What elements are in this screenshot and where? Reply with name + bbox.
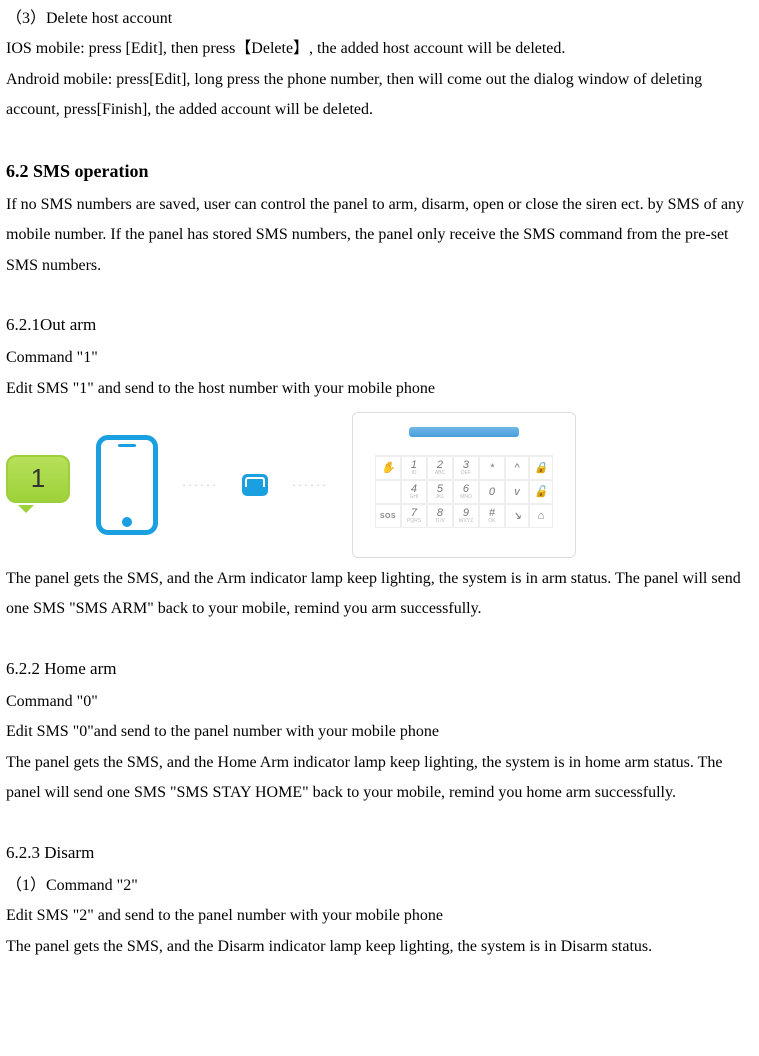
disarm-result: The panel gets the SMS, and the Disarm i…: [6, 932, 753, 962]
key-5: 5JKL: [427, 480, 453, 504]
key-7: 7PQRS: [401, 504, 427, 528]
sms-diagram: 1 ······ ······ ✋ 1ID 2ABC 3DEF * ^ 🔒 4G…: [6, 412, 753, 558]
key-1: 1ID: [401, 456, 427, 480]
key-hash: #OK: [479, 504, 505, 528]
key-star: *: [479, 456, 505, 480]
key-3: 3DEF: [453, 456, 479, 480]
out-arm-result: The panel gets the SMS, and the Arm indi…: [6, 564, 753, 625]
heading-sms-operation: 6.2 SMS operation: [6, 154, 753, 188]
key-0: 0: [479, 480, 505, 504]
panel-keypad: ✋ 1ID 2ABC 3DEF * ^ 🔒 4GHI 5JKL 6MNO 0 v…: [375, 455, 553, 528]
disarm-edit: Edit SMS "2" and send to the panel numbe…: [6, 901, 753, 931]
key-enter: ↘: [505, 504, 529, 528]
out-arm-edit: Edit SMS "1" and send to the host number…: [6, 374, 753, 404]
key-sos: SOS: [375, 504, 401, 528]
dots-icon: ······: [182, 474, 218, 497]
key-unlock: 🔓: [529, 480, 553, 504]
out-arm-command: Command "1": [6, 343, 753, 373]
mail-icon: [242, 474, 268, 496]
speech-bubble-icon: 1: [6, 455, 72, 515]
blank-key: [375, 480, 401, 504]
home-arm-edit: Edit SMS "0"and send to the panel number…: [6, 717, 753, 747]
panel-display-icon: [409, 427, 519, 437]
section-3-title: （3）Delete host account: [6, 4, 753, 34]
bubble-digit: 1: [31, 454, 45, 503]
home-arm-command: Command "0": [6, 687, 753, 717]
key-4: 4GHI: [401, 480, 427, 504]
alarm-panel-illustration: ✋ 1ID 2ABC 3DEF * ^ 🔒 4GHI 5JKL 6MNO 0 v…: [352, 412, 576, 558]
home-arm-result: The panel gets the SMS, and the Home Arm…: [6, 748, 753, 809]
hand-icon: ✋: [375, 456, 401, 480]
key-9: 9WXYZ: [453, 504, 479, 528]
heading-disarm: 6.2.3 Disarm: [6, 837, 753, 869]
disarm-command: （1）Command "2": [6, 871, 753, 901]
sms-operation-desc: If no SMS numbers are saved, user can co…: [6, 190, 753, 281]
heading-out-arm: 6.2.1Out arm: [6, 309, 753, 341]
section-3-ios: IOS mobile: press [Edit], then press【Del…: [6, 34, 753, 64]
key-down: v: [505, 480, 529, 504]
key-up: ^: [505, 456, 529, 480]
key-8: 8TUV: [427, 504, 453, 528]
heading-home-arm: 6.2.2 Home arm: [6, 653, 753, 685]
key-home: ⌂: [529, 504, 553, 528]
key-6: 6MNO: [453, 480, 479, 504]
section-3-android: Android mobile: press[Edit], long press …: [6, 65, 753, 126]
dots-icon: ······: [292, 474, 328, 497]
key-2: 2ABC: [427, 456, 453, 480]
phone-icon: [96, 435, 158, 535]
key-lock: 🔒: [529, 456, 553, 480]
